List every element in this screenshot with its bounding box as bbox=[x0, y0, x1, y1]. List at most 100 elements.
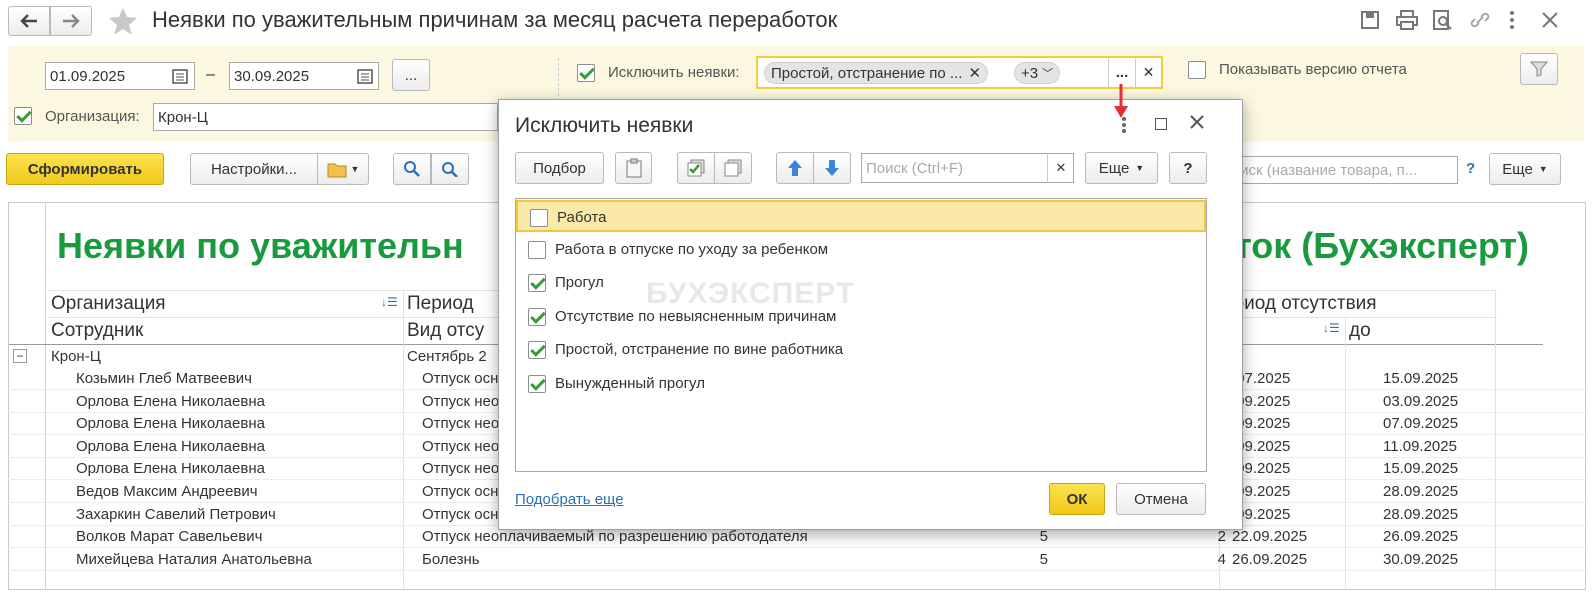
back-button[interactable] bbox=[8, 6, 50, 36]
dialog-title: Исключить неявки bbox=[515, 114, 694, 137]
item-label: Простой, отстранение по вине работника bbox=[555, 341, 844, 358]
move-up-button[interactable] bbox=[776, 152, 814, 184]
org-checkbox[interactable] bbox=[14, 107, 32, 125]
calendar-icon[interactable] bbox=[172, 68, 188, 88]
filter-button[interactable] bbox=[1520, 53, 1558, 85]
cell-d2: 15.09.2025 bbox=[1383, 370, 1459, 387]
group-org: Крон-Ц bbox=[51, 348, 101, 365]
cell-n1: 5 bbox=[1039, 550, 1048, 568]
uncheck-all-icon bbox=[724, 159, 742, 177]
more-vertical-icon[interactable] bbox=[1508, 9, 1516, 35]
print-icon[interactable] bbox=[1396, 10, 1418, 34]
list-item[interactable]: Работа bbox=[516, 200, 1206, 232]
col-kind-header[interactable]: Вид отсу bbox=[407, 320, 484, 342]
report-search-input[interactable]: Поиск (название товара, п... bbox=[1216, 156, 1458, 184]
item-label: Вынужденный прогул bbox=[555, 374, 705, 392]
close-icon[interactable]: ✕ bbox=[968, 64, 981, 82]
item-checkbox[interactable] bbox=[528, 240, 546, 259]
list-item[interactable]: Отсутствие по невыясненным причинам bbox=[516, 301, 1206, 333]
exclude-select-button[interactable]: ... bbox=[1108, 58, 1135, 87]
save-icon[interactable] bbox=[1360, 10, 1380, 34]
dialog-more-button[interactable]: Еще ▼ bbox=[1085, 152, 1158, 184]
pick-button[interactable]: Подбор bbox=[515, 152, 604, 184]
exclude-tag-label: Простой, отстранение по ... bbox=[771, 64, 963, 82]
col-period-header[interactable]: Период bbox=[407, 293, 474, 315]
org-value: Крон-Ц bbox=[158, 108, 208, 126]
org-field[interactable]: Крон-Ц bbox=[153, 103, 498, 131]
cell-d2: 28.09.2025 bbox=[1383, 505, 1459, 523]
dialog-more-label: Еще bbox=[1098, 159, 1130, 177]
exclude-tag[interactable]: Простой, отстранение по ... ✕ bbox=[764, 62, 989, 84]
dialog-help-button[interactable]: ? bbox=[1169, 152, 1207, 184]
cell-n2: 2 bbox=[1217, 528, 1226, 546]
date-to-value: 30.09.2025 bbox=[234, 67, 310, 85]
col-absence-period-header[interactable]: ериод отсутствия bbox=[1223, 293, 1377, 315]
cell-name: Козьмин Глеб Матвеевич bbox=[76, 370, 252, 387]
help-link[interactable]: ? bbox=[1466, 160, 1475, 177]
chevron-down-icon: ﹀ bbox=[1042, 68, 1054, 80]
paste-button[interactable] bbox=[615, 152, 652, 184]
show-version-checkbox[interactable] bbox=[1188, 61, 1206, 79]
list-item[interactable]: Простой, отстранение по вине работника bbox=[516, 334, 1206, 366]
cell-d2: 15.09.2025 bbox=[1383, 460, 1459, 478]
pick-more-link[interactable]: Подобрать еще bbox=[515, 491, 624, 508]
exclude-more-tag[interactable]: +3 ﹀ bbox=[1014, 62, 1061, 84]
report-title-left: Неявки по уважительн bbox=[57, 225, 464, 266]
exclude-field[interactable]: Простой, отстранение по ... ✕ +3 ﹀ ... ✕ bbox=[756, 56, 1163, 89]
dropdown-arrow-icon: ▼ bbox=[1135, 163, 1145, 173]
dialog-search-placeholder: Поиск (Ctrl+F) bbox=[866, 159, 963, 177]
period-select-button[interactable]: ... bbox=[392, 59, 430, 91]
list-item[interactable]: Вынужденный прогул bbox=[516, 368, 1206, 400]
cell-n1: 5 bbox=[1039, 528, 1048, 546]
settings-button[interactable]: Настройки... bbox=[190, 153, 318, 185]
uncheck-all-button[interactable] bbox=[714, 152, 752, 184]
forward-button[interactable] bbox=[50, 6, 92, 36]
item-checkbox[interactable] bbox=[528, 274, 546, 292]
favorite-star-icon[interactable] bbox=[108, 6, 138, 40]
item-checkbox[interactable] bbox=[528, 341, 546, 359]
cell-kind: Отпуск осн bbox=[422, 483, 499, 500]
cancel-button[interactable]: Отмена bbox=[1116, 483, 1206, 515]
sort-icon[interactable]: ↓☰ bbox=[1323, 321, 1340, 335]
list-item[interactable]: Прогул bbox=[516, 267, 1206, 299]
search-button[interactable] bbox=[393, 153, 431, 185]
annotation-arrow-icon bbox=[1111, 84, 1131, 124]
item-checkbox[interactable] bbox=[528, 374, 546, 393]
list-item[interactable]: Работа в отпуске по уходу за ребенком bbox=[516, 234, 1206, 266]
exclude-checkbox[interactable] bbox=[577, 64, 595, 82]
table-row[interactable]: Михейцева Наталия Анатольевна Болезнь 5 4 26… bbox=[8, 549, 1586, 571]
col-employee-header[interactable]: Сотрудник bbox=[51, 320, 143, 342]
generate-button[interactable]: Сформировать bbox=[6, 153, 164, 185]
clear-search-icon[interactable]: ✕ bbox=[1047, 153, 1074, 183]
close-icon[interactable] bbox=[1540, 10, 1560, 34]
sort-icon[interactable]: ↓☰ bbox=[381, 295, 398, 309]
org-label: Организация: bbox=[45, 108, 140, 125]
item-checkbox[interactable] bbox=[530, 209, 548, 227]
group-period: Сентябрь 2 bbox=[407, 348, 487, 365]
search-icon bbox=[404, 161, 420, 177]
arrow-down-icon bbox=[825, 160, 839, 176]
clear-icon[interactable]: ✕ bbox=[1135, 58, 1161, 87]
cell-kind: Отпуск нео bbox=[422, 415, 500, 433]
more-button[interactable]: Еще ▼ bbox=[1489, 153, 1561, 185]
item-checkbox[interactable] bbox=[528, 307, 546, 326]
calendar-icon[interactable] bbox=[357, 68, 373, 88]
search-next-button[interactable] bbox=[431, 153, 469, 185]
arrow-right-icon bbox=[63, 14, 80, 28]
variant-button[interactable]: ▼ bbox=[317, 153, 369, 185]
check-all-button[interactable] bbox=[677, 152, 715, 184]
preview-icon[interactable] bbox=[1432, 10, 1452, 34]
dialog-search-input[interactable]: Поиск (Ctrl+F) bbox=[861, 153, 1074, 183]
cell-name: Орлова Елена Николаевна bbox=[76, 460, 265, 478]
col-org-header[interactable]: Организация bbox=[51, 293, 166, 315]
collapse-icon[interactable]: − bbox=[13, 349, 27, 363]
link-icon[interactable] bbox=[1468, 10, 1490, 34]
cell-kind: Болезнь bbox=[422, 550, 480, 568]
close-icon[interactable] bbox=[1189, 114, 1205, 134]
cell-d1: 26.09.2025 bbox=[1232, 550, 1308, 568]
item-label: Работа в отпуске по уходу за ребенком bbox=[555, 240, 829, 258]
move-down-button[interactable] bbox=[813, 152, 851, 184]
ok-button[interactable]: ОК bbox=[1049, 483, 1105, 515]
maximize-icon[interactable] bbox=[1155, 118, 1167, 130]
col-to-header[interactable]: до bbox=[1349, 320, 1371, 342]
